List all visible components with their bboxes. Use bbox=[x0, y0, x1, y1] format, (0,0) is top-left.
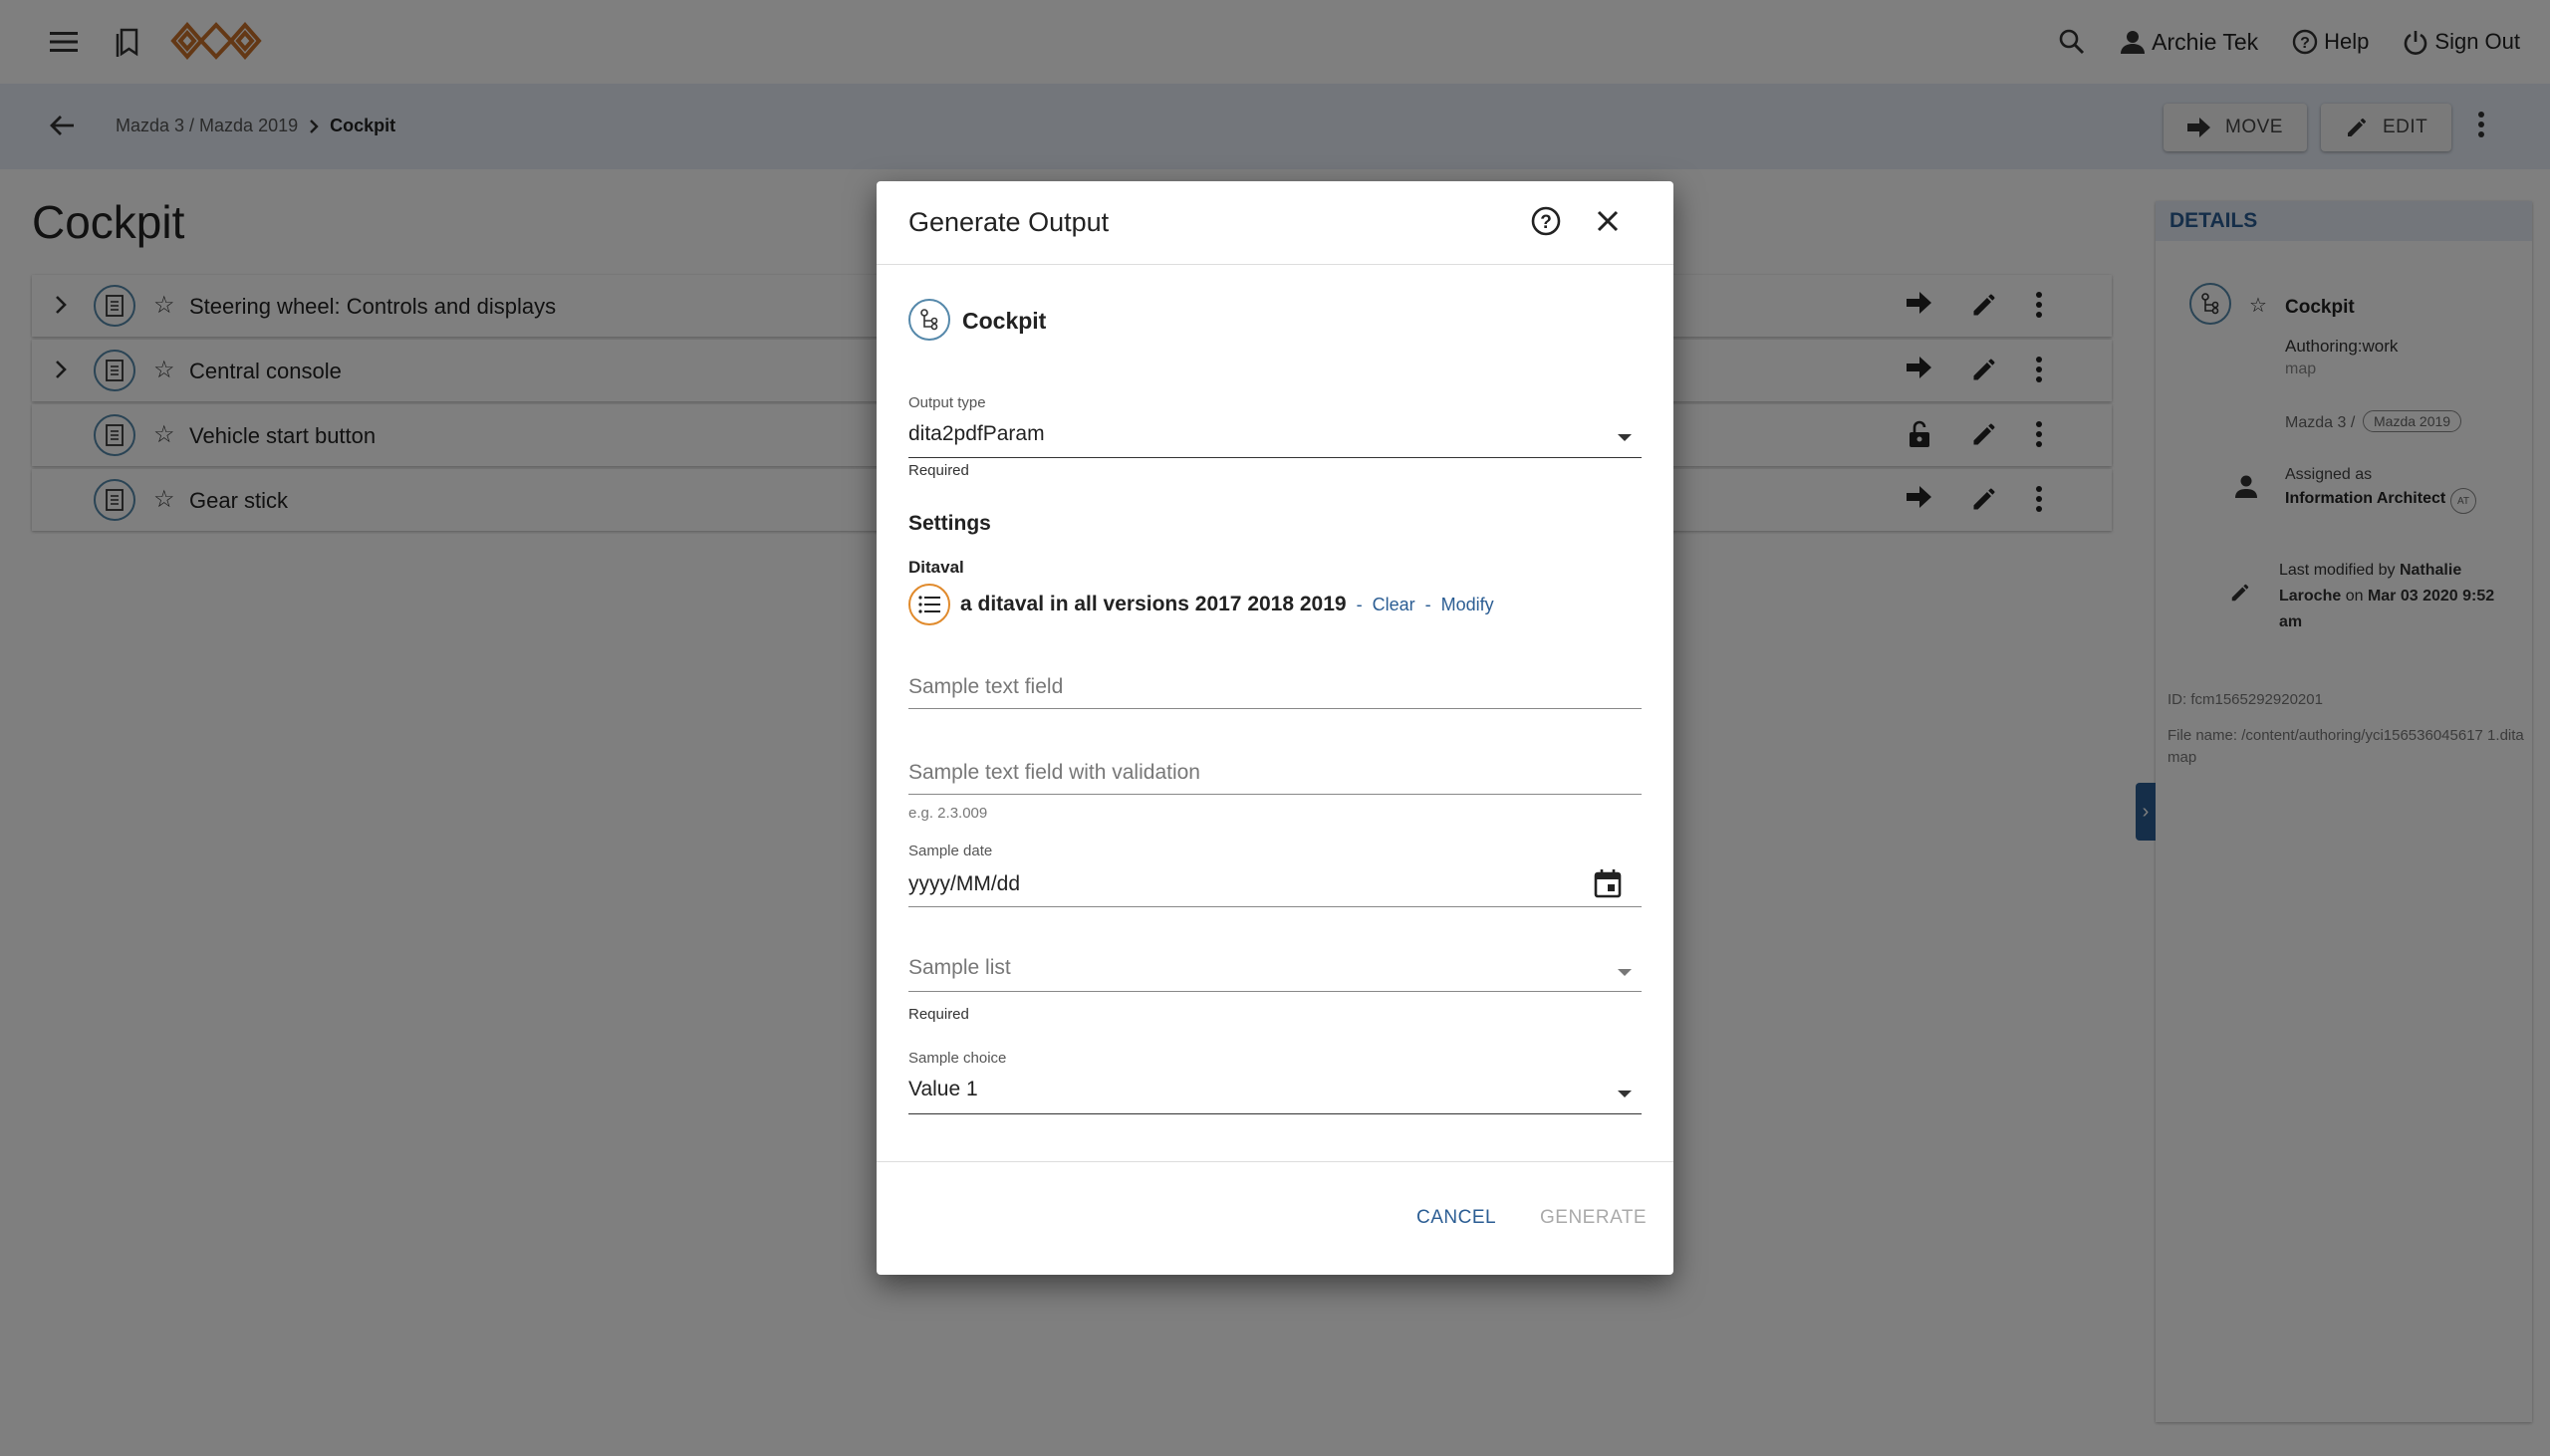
dropdown-arrow-icon[interactable] bbox=[1618, 1091, 1632, 1097]
separator: - bbox=[1424, 594, 1431, 614]
output-type-underline bbox=[908, 457, 1642, 458]
map-icon bbox=[908, 299, 950, 341]
choice-label: Sample choice bbox=[908, 1050, 1007, 1067]
dialog-header: Generate Output ? bbox=[877, 181, 1673, 265]
sample-date-input[interactable]: yyyy/MM/dd bbox=[908, 872, 1020, 896]
text-field-underline bbox=[908, 708, 1642, 709]
ditaval-clear-link[interactable]: Clear bbox=[1373, 595, 1415, 615]
validation-hint: e.g. 2.3.009 bbox=[908, 805, 988, 822]
output-type-hint: Required bbox=[908, 462, 969, 479]
list-icon bbox=[908, 584, 950, 625]
sample-text-field[interactable]: Sample text field bbox=[908, 675, 1063, 699]
choice-underline bbox=[908, 1113, 1642, 1114]
ditaval-label: Ditaval bbox=[908, 558, 964, 577]
calendar-icon[interactable] bbox=[1594, 868, 1622, 903]
svg-text:?: ? bbox=[1540, 212, 1552, 233]
sample-list-select[interactable]: Sample list bbox=[908, 956, 1011, 980]
dropdown-arrow-icon[interactable] bbox=[1618, 969, 1632, 976]
settings-heading: Settings bbox=[908, 512, 991, 535]
close-icon[interactable] bbox=[1592, 205, 1624, 242]
sample-choice-select[interactable]: Value 1 bbox=[908, 1078, 978, 1101]
date-label: Sample date bbox=[908, 843, 993, 859]
ditaval-name: a ditaval in all versions 2017 2018 2019 bbox=[960, 593, 1347, 615]
list-underline bbox=[908, 991, 1642, 992]
sample-validation-field[interactable]: Sample text field with validation bbox=[908, 761, 1200, 785]
separator: - bbox=[1356, 594, 1363, 614]
map-name: Cockpit bbox=[962, 308, 1047, 334]
output-type-select[interactable]: dita2pdfParam bbox=[908, 422, 1045, 446]
cancel-button[interactable]: CANCEL bbox=[1416, 1207, 1496, 1229]
generate-button[interactable]: GENERATE bbox=[1540, 1207, 1647, 1229]
ditaval-modify-link[interactable]: Modify bbox=[1441, 595, 1494, 615]
dropdown-arrow-icon[interactable] bbox=[1618, 434, 1632, 441]
help-icon[interactable]: ? bbox=[1530, 205, 1562, 242]
validation-field-underline bbox=[908, 794, 1642, 795]
list-hint: Required bbox=[908, 1006, 969, 1023]
ditaval-row: a ditaval in all versions 2017 2018 2019… bbox=[908, 584, 1494, 625]
output-type-label: Output type bbox=[908, 394, 986, 411]
generate-output-dialog: Generate Output ? Cockpit Output type di… bbox=[877, 181, 1673, 1275]
date-underline bbox=[908, 906, 1642, 907]
dialog-title: Generate Output bbox=[908, 207, 1110, 237]
